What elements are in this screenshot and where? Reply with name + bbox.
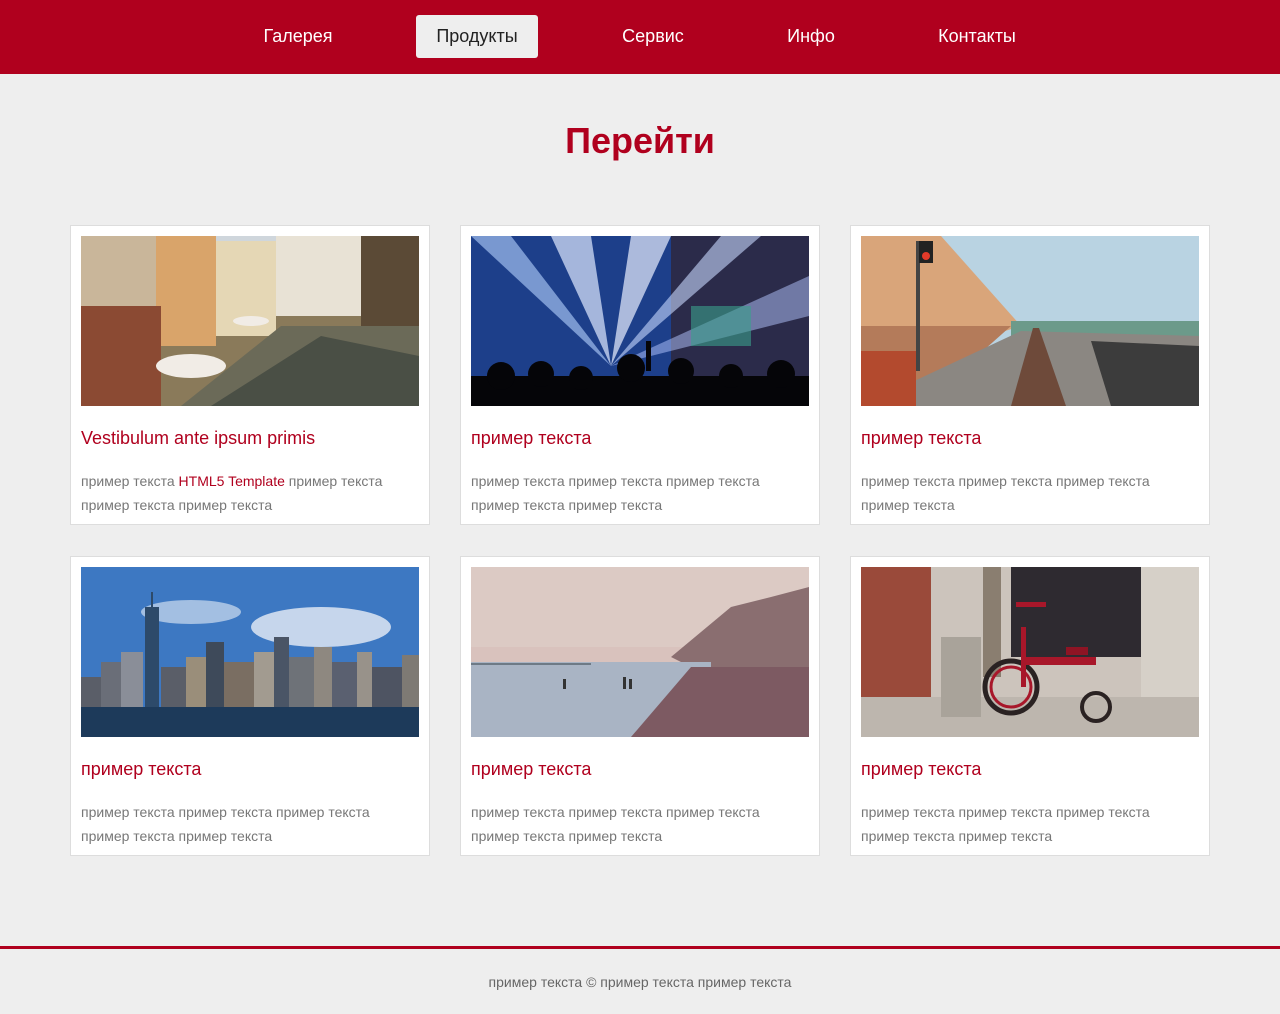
red-tricycle-photo[interactable] xyxy=(861,567,1199,737)
card-6: пример текста пример текста пример текст… xyxy=(850,556,1210,856)
card-text: пример текста пример текста пример текст… xyxy=(861,804,1150,844)
card-title[interactable]: пример текста xyxy=(861,759,1199,780)
html5-template-link[interactable]: HTML5 Template xyxy=(179,473,285,489)
concert-lights-photo[interactable] xyxy=(471,236,809,406)
card-text: пример текста HTML5 Template пример текс… xyxy=(81,473,383,513)
card-title[interactable]: пример текста xyxy=(81,759,419,780)
card-3: пример текста пример текста пример текст… xyxy=(850,225,1210,525)
card-2: пример текста пример текста пример текст… xyxy=(460,225,820,525)
card-text: пример текста пример текста пример текст… xyxy=(81,804,370,844)
nav-item-service[interactable]: Сервис xyxy=(592,15,714,58)
canal-city-photo[interactable] xyxy=(81,236,419,406)
card-title[interactable]: Vestibulum ante ipsum primis xyxy=(81,428,419,449)
page-title: Перейти xyxy=(565,120,715,161)
footer-text: пример текста © пример текста пример тек… xyxy=(488,974,792,990)
footer-divider xyxy=(0,946,1280,949)
top-navigation: Галерея Продукты Сервис Инфо Контакты xyxy=(0,0,1280,74)
card-title[interactable]: пример текста xyxy=(861,428,1199,449)
city-skyline-photo[interactable] xyxy=(81,567,419,737)
railway-coast-photo[interactable] xyxy=(861,236,1199,406)
card-5: пример текста пример текста пример текст… xyxy=(460,556,820,856)
card-1: Vestibulum ante ipsum primis пример текс… xyxy=(70,225,430,525)
nav-item-products[interactable]: Продукты xyxy=(416,15,538,58)
nav-item-contacts[interactable]: Контакты xyxy=(916,15,1038,58)
misty-beach-photo[interactable] xyxy=(471,567,809,737)
card-4: пример текста пример текста пример текст… xyxy=(70,556,430,856)
card-title[interactable]: пример текста xyxy=(471,428,809,449)
nav-item-gallery[interactable]: Галерея xyxy=(237,15,359,58)
card-text: пример текста пример текста пример текст… xyxy=(861,473,1150,513)
nav-item-info[interactable]: Инфо xyxy=(750,15,872,58)
card-text: пример текста пример текста пример текст… xyxy=(471,473,760,513)
card-text: пример текста пример текста пример текст… xyxy=(471,804,760,844)
card-title[interactable]: пример текста xyxy=(471,759,809,780)
